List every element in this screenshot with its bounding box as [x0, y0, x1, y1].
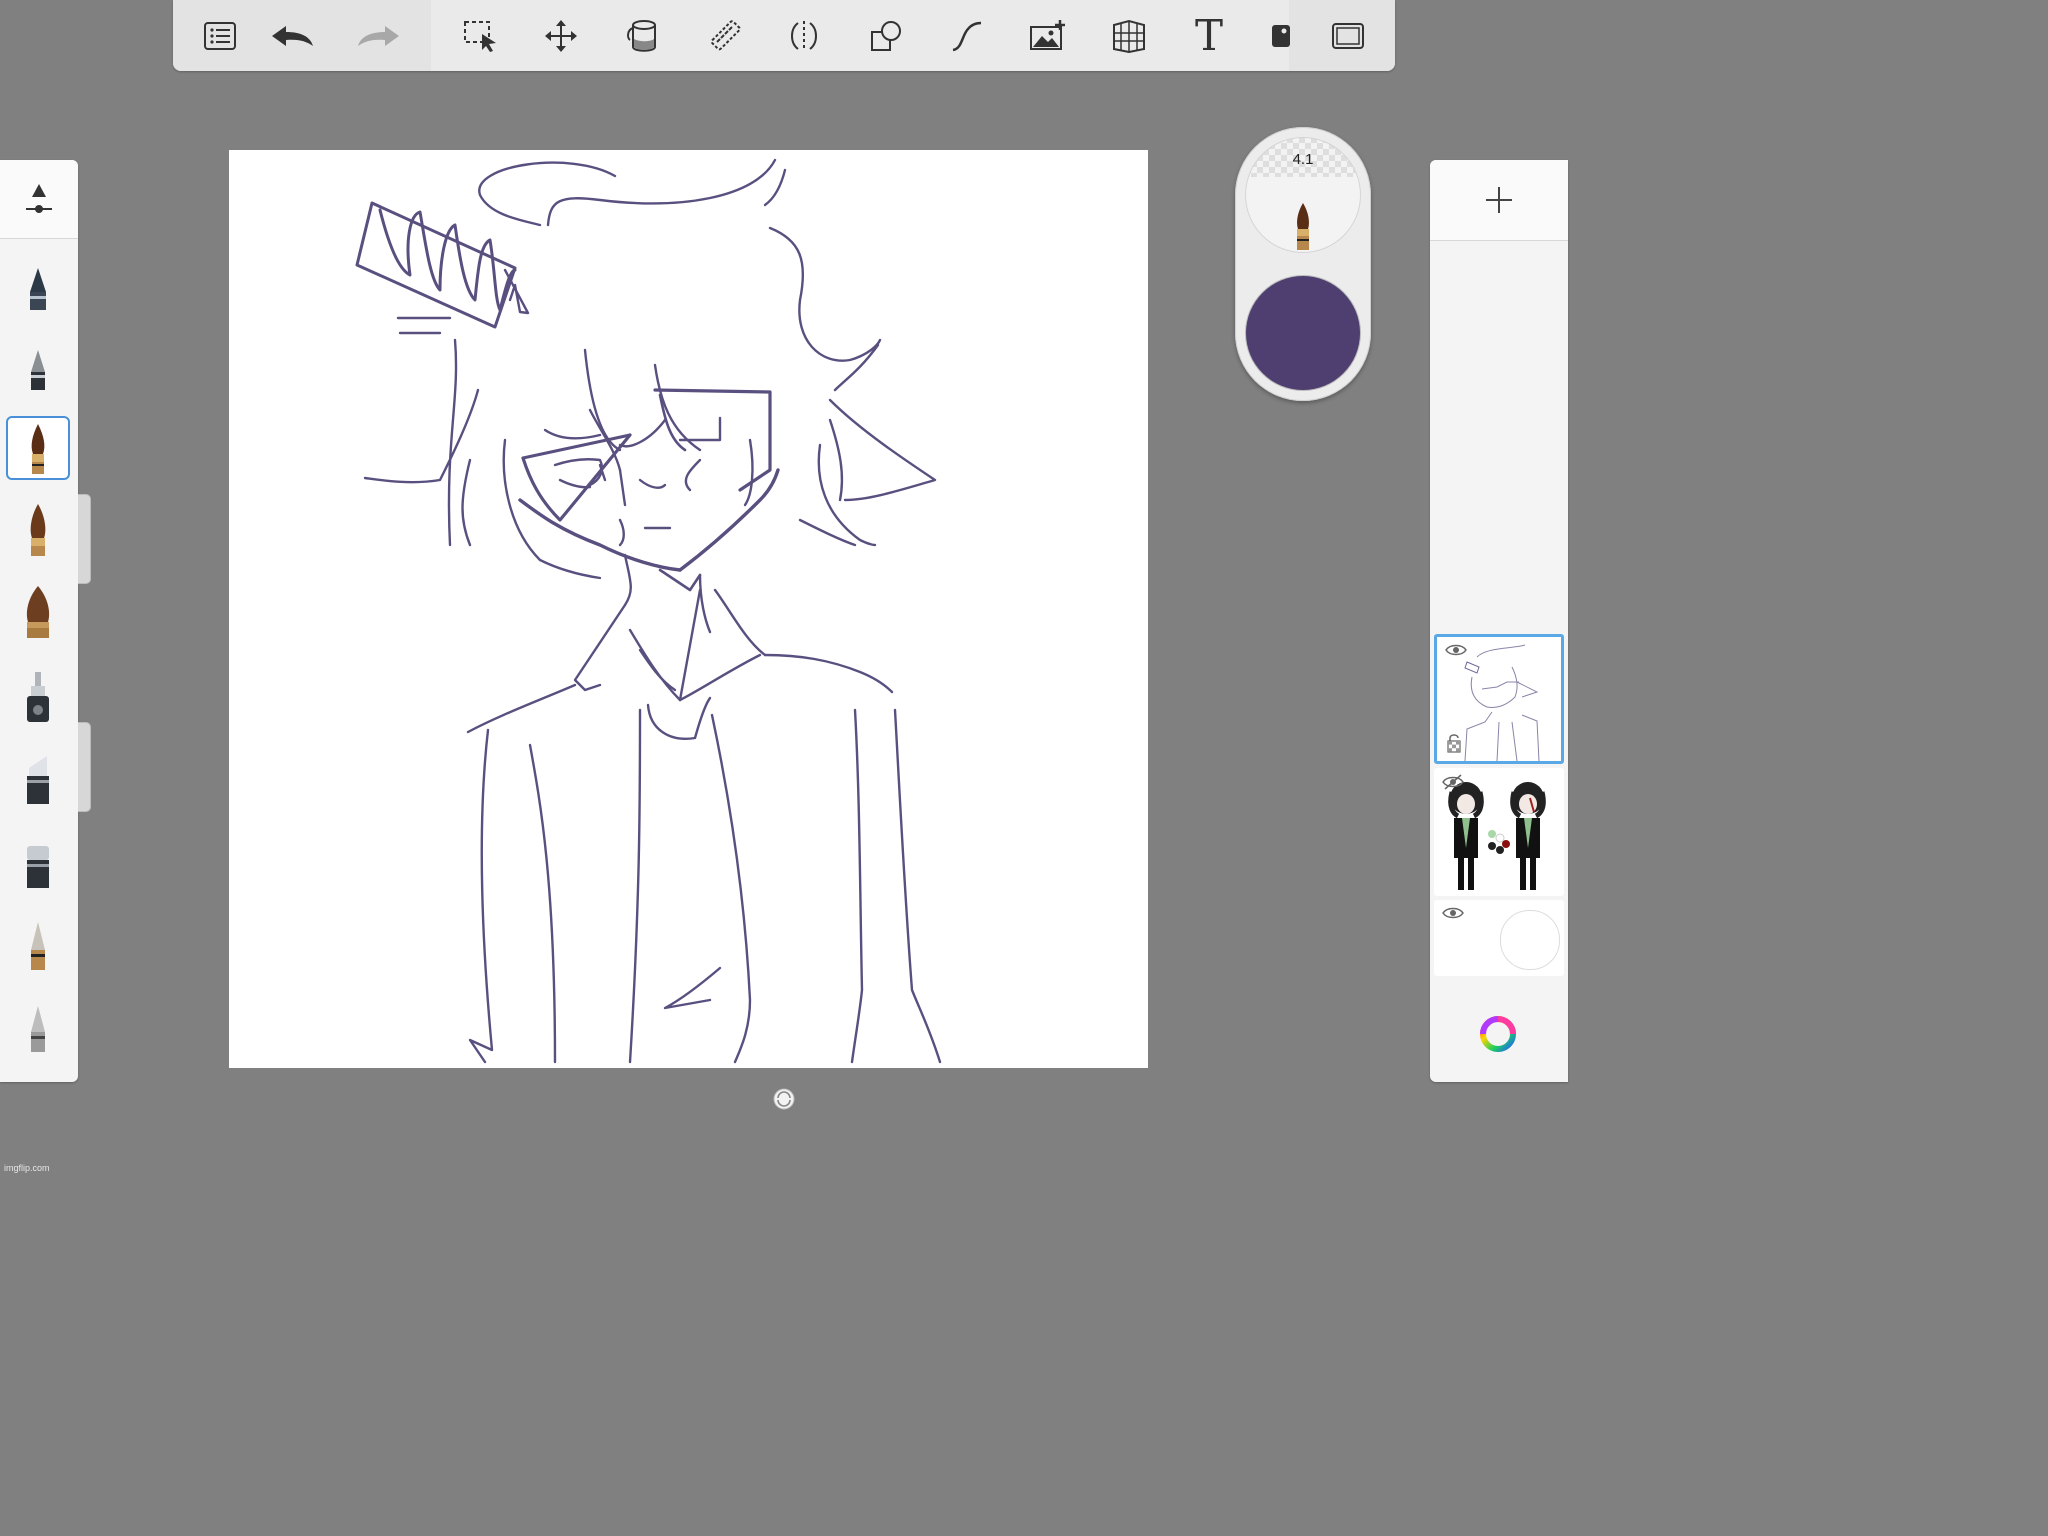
ruler-icon [710, 20, 741, 51]
canvas-rotate-handle[interactable] [772, 1087, 796, 1111]
chisel-brush-icon [27, 846, 49, 888]
paint-brush-icon [31, 424, 45, 474]
shapes-icon [871, 21, 901, 51]
curve-icon [952, 21, 982, 52]
sketch-artwork [355, 158, 942, 1064]
selection-icon [464, 21, 496, 52]
chisel-brush[interactable] [6, 830, 70, 894]
fullscreen-icon [1332, 23, 1364, 49]
soft-brush[interactable] [6, 498, 70, 562]
redo-icon [358, 26, 399, 46]
color-wheel-icon[interactable] [1479, 1015, 1517, 1053]
fill-button[interactable] [618, 12, 666, 60]
current-color-swatch[interactable] [1246, 276, 1360, 390]
symmetry-button[interactable] [780, 12, 828, 60]
airbrush-brush-icon [31, 350, 45, 390]
add-image-icon [1030, 20, 1065, 50]
symmetry-icon [791, 21, 817, 51]
background-layer[interactable] [1434, 900, 1564, 976]
redo-button[interactable] [354, 12, 402, 60]
marker-brush-icon [27, 756, 49, 804]
fill-bucket-icon [627, 20, 656, 52]
eraser-brush-icon [31, 1006, 45, 1052]
text-button[interactable]: T [1185, 12, 1233, 60]
brush-library-panel [0, 160, 78, 1082]
blender-brush[interactable] [6, 912, 70, 976]
eye-hidden-icon[interactable] [1442, 774, 1464, 790]
eye-icon[interactable] [1442, 906, 1464, 920]
add-layer-button[interactable] [1430, 160, 1568, 241]
brush-size-slider[interactable] [78, 494, 91, 584]
undo-button[interactable] [269, 12, 317, 60]
curve-button[interactable] [943, 12, 991, 60]
transform-icon [545, 20, 577, 52]
add-image-button[interactable] [1024, 12, 1072, 60]
brush-properties-button[interactable] [0, 160, 78, 239]
watermark-text: imgflip.com [4, 1163, 50, 1173]
eye-icon[interactable] [1445, 643, 1467, 657]
plus-icon [1486, 187, 1512, 213]
transform-button[interactable] [537, 12, 585, 60]
drawing-canvas[interactable] [229, 150, 1148, 1068]
undo-icon [272, 26, 313, 46]
pencil-brush[interactable] [6, 258, 70, 322]
layers-panel [1430, 160, 1568, 1082]
flat-brush-icon [26, 586, 50, 638]
blender-brush-icon [31, 922, 45, 970]
flat-brush[interactable] [6, 580, 70, 644]
pencil-brush-icon [30, 268, 46, 310]
text-icon: T [1194, 11, 1223, 60]
scan-icon [1272, 25, 1290, 47]
eraser-brush[interactable] [6, 994, 70, 1058]
ink-pen-brush[interactable] [6, 664, 70, 728]
reference-layer[interactable] [1434, 768, 1564, 896]
brush-size-puck[interactable]: 4.1 [1245, 137, 1361, 253]
brush-color-puck: 4.1 [1235, 127, 1371, 401]
sketch-layer[interactable] [1434, 634, 1564, 764]
brush-settings-icon [26, 184, 52, 213]
list-button[interactable] [196, 12, 244, 60]
main-toolbar: T [173, 0, 1395, 71]
list-icon [204, 22, 236, 50]
perspective-icon [1113, 19, 1145, 53]
paint-brush[interactable] [6, 416, 70, 480]
ruler-button[interactable] [701, 12, 749, 60]
alpha-lock-icon[interactable] [1446, 733, 1462, 753]
fullscreen-button[interactable] [1324, 12, 1372, 60]
background-color-thumbnail [1500, 910, 1560, 970]
ink-pen-brush-icon [27, 672, 49, 722]
perspective-button[interactable] [1105, 12, 1153, 60]
brush-opacity-slider[interactable] [78, 722, 91, 812]
brush-size-value: 4.1 [1292, 151, 1314, 168]
airbrush-brush[interactable] [6, 338, 70, 402]
scan-button[interactable] [1257, 12, 1305, 60]
selection-button[interactable] [457, 12, 505, 60]
soft-brush-icon [30, 504, 46, 556]
current-brush-icon [1297, 203, 1309, 250]
marker-brush[interactable] [6, 746, 70, 810]
shapes-button[interactable] [862, 12, 910, 60]
